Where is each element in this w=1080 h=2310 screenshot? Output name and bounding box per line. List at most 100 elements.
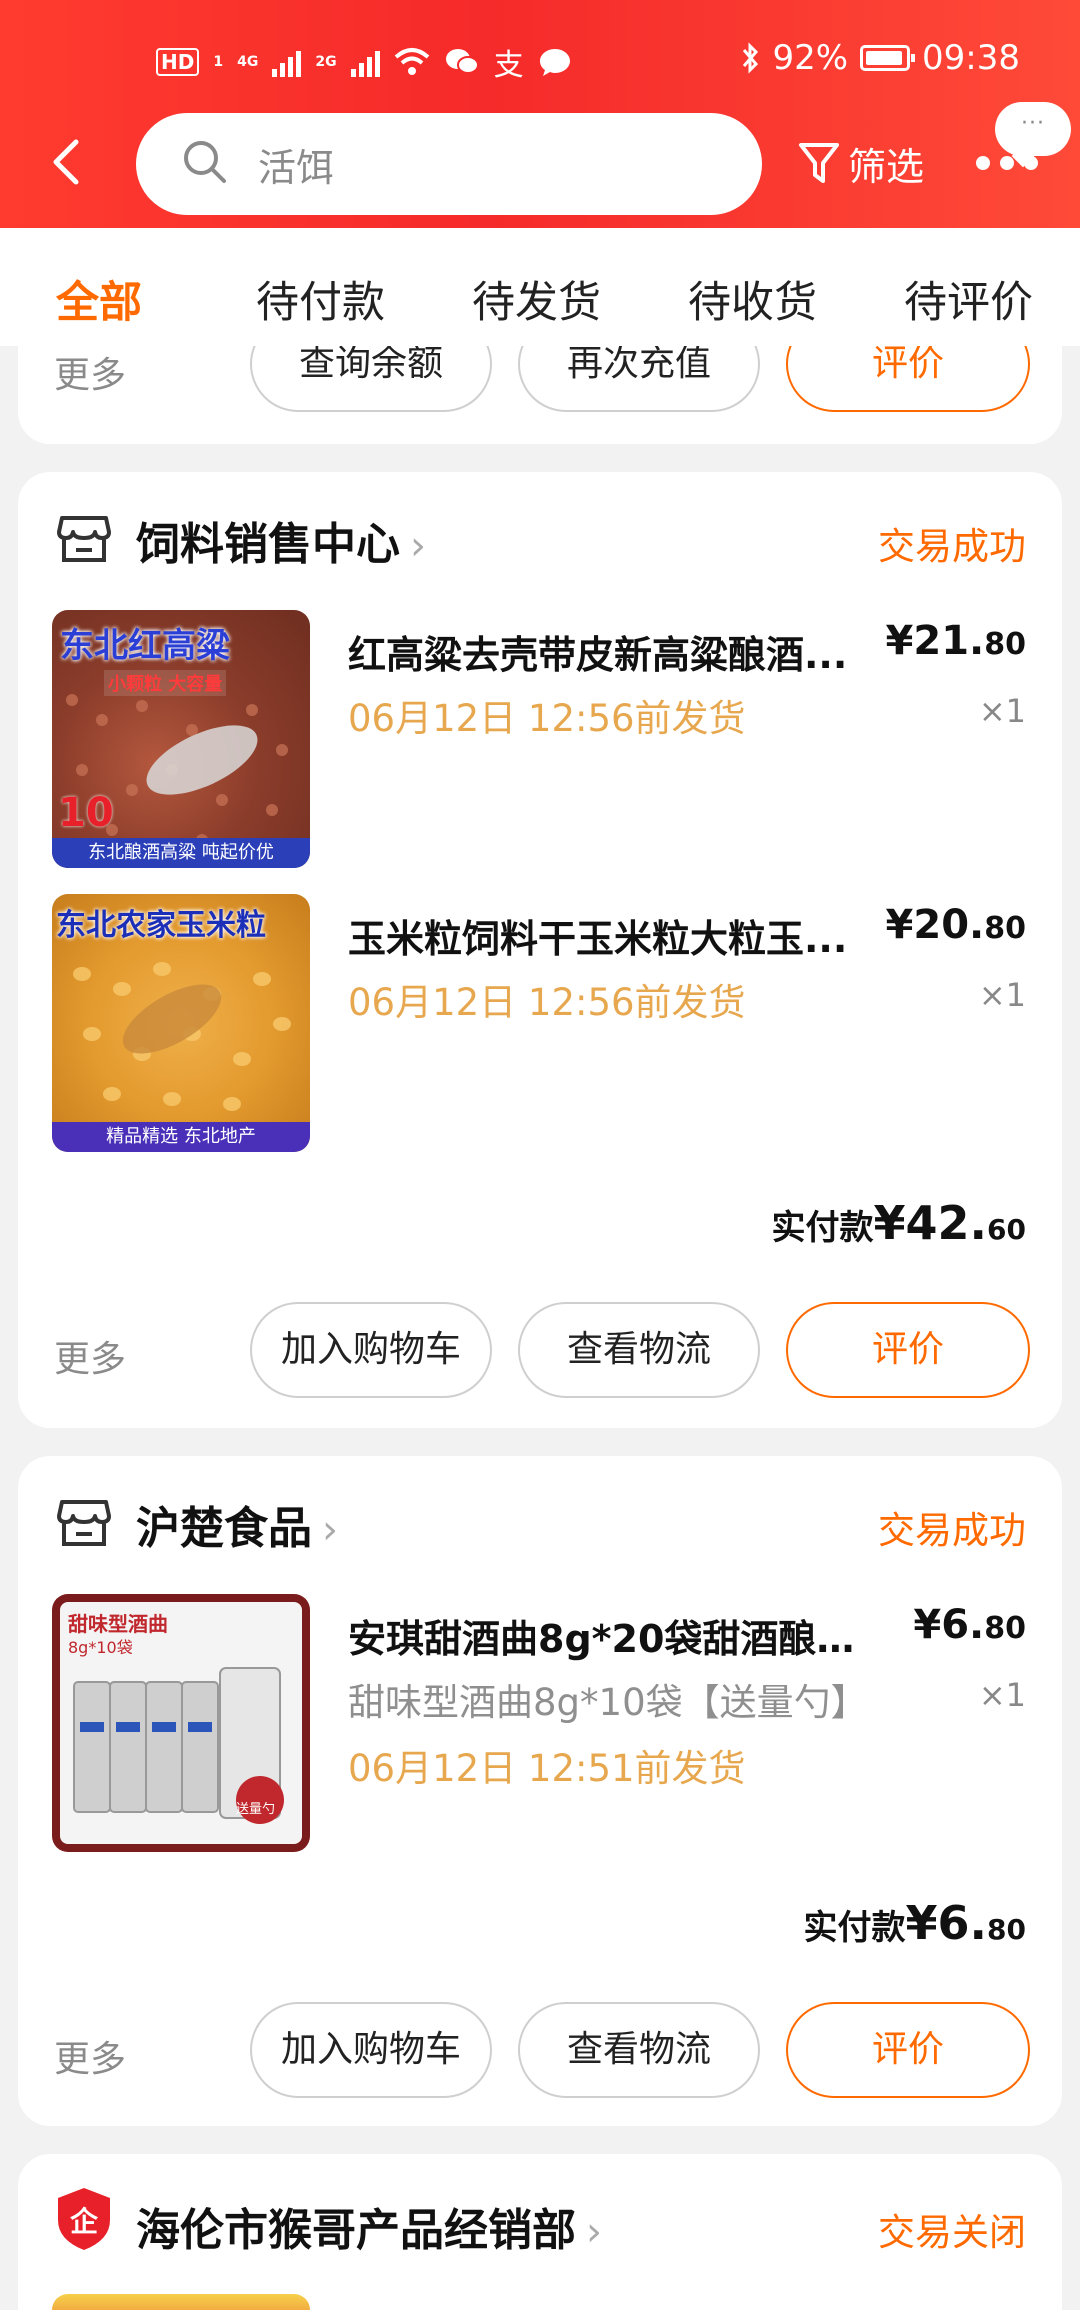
- order-status: 交易成功: [878, 525, 1026, 568]
- tab-pending-payment[interactable]: 待付款: [256, 268, 385, 330]
- wechat-icon: [445, 49, 479, 74]
- signal-bars-1-icon: [272, 47, 302, 77]
- order-card: 沪楚食品 › 交易成功 甜味型酒曲 8g*10袋 送量勺 安琪甜酒曲8g*20袋甜…: [18, 1456, 1062, 2126]
- store-icon: [57, 1500, 111, 1546]
- clock: 09:38: [922, 38, 1020, 78]
- bluetooth-icon: [743, 42, 759, 74]
- price-yuan: ¥6.: [913, 1602, 985, 1648]
- more-link[interactable]: 更多: [54, 346, 126, 398]
- product-quantity: ×1: [978, 1676, 1026, 1714]
- filter-label: 筛选: [848, 145, 925, 189]
- back-button[interactable]: [50, 138, 90, 188]
- alipay-icon: 支: [493, 48, 524, 83]
- order-total: 实付款¥42.60: [772, 1196, 1026, 1250]
- chevron-right-icon: ›: [410, 523, 426, 569]
- image-caption: 东北红高粱: [60, 626, 230, 666]
- review-button[interactable]: 评价: [786, 1302, 1030, 1398]
- signal-bars-2-icon: [350, 47, 380, 77]
- order-status: 交易关闭: [878, 2211, 1026, 2254]
- product-sku: 甜味型酒曲8g*10袋【送量勺】: [348, 1681, 868, 1724]
- total-label: 实付款: [771, 1208, 874, 1248]
- tab-pending-receipt[interactable]: 待收货: [688, 268, 817, 330]
- hd-indicator: HD: [156, 48, 200, 76]
- order-card: 企 海伦市猴哥产品经销部 › 交易关闭: [18, 2154, 1062, 2310]
- store-icon: [57, 516, 111, 562]
- image-subcaption: 小颗粒 大容量: [104, 670, 227, 696]
- product-price: ¥20.80: [886, 902, 1026, 948]
- product-image[interactable]: 东北红高粱 小颗粒 大容量 10 东北酿酒高粱 吨起价优: [52, 610, 310, 868]
- tab-pending-review[interactable]: 待评价: [904, 268, 1033, 330]
- order-tabs: 全部 待付款 待发货 待收货 待评价: [0, 228, 1080, 346]
- image-caption: 甜味型酒曲: [68, 1612, 168, 1636]
- product-image[interactable]: 甜味型酒曲 8g*10袋 送量勺: [52, 1594, 310, 1852]
- shop-name-text: 饲料销售中心: [136, 519, 400, 570]
- search-icon: [184, 141, 226, 183]
- chevron-left-icon: [53, 139, 79, 185]
- more-link[interactable]: 更多: [54, 2030, 126, 2082]
- image-subcaption: 8g*10袋: [68, 1638, 133, 1657]
- shop-name[interactable]: 海伦市猴哥产品经销部 ›: [136, 2194, 602, 2258]
- battery-icon: [860, 45, 916, 71]
- product-image[interactable]: [52, 2294, 310, 2310]
- image-badge: 送量勺: [236, 1802, 276, 1817]
- recharge-again-button[interactable]: 再次充值: [518, 346, 760, 412]
- funnel-icon: [799, 142, 839, 183]
- shipping-deadline: 06月12日 12:56前发货: [348, 981, 746, 1024]
- order-card: 饲料销售中心 › 交易成功 东北红高粱 小颗粒 大容量 10 东北酿酒高粱 吨起价…: [18, 472, 1062, 1428]
- review-button[interactable]: 评价: [786, 346, 1030, 412]
- tab-pending-shipment[interactable]: 待发货: [472, 268, 601, 330]
- shipping-deadline: 06月12日 12:56前发货: [348, 697, 746, 740]
- image-caption: 东北农家玉米粒: [56, 908, 266, 943]
- total-cents: 60: [987, 1213, 1026, 1246]
- enterprise-badge-text: 企: [69, 2205, 98, 2238]
- message-bubble-icon[interactable]: ···: [995, 102, 1071, 156]
- view-logistics-button[interactable]: 查看物流: [518, 1302, 760, 1398]
- shop-name[interactable]: 沪楚食品 ›: [136, 1492, 338, 1556]
- shop-name-text: 海伦市猴哥产品经销部: [136, 2205, 576, 2256]
- network-type-2: 2G: [315, 54, 337, 70]
- battery-percent: 92%: [772, 38, 849, 78]
- product-title[interactable]: 安琪甜酒曲8g*20袋甜酒酿家...: [348, 1608, 878, 1663]
- product-title[interactable]: 玉米粒饲料干玉米粒大粒玉...: [348, 908, 878, 963]
- total-cents: 80: [987, 1913, 1026, 1946]
- status-bar: HD 1 4G 2G 支 92% 09:38: [0, 30, 1080, 94]
- shop-name[interactable]: 饲料销售中心 ›: [136, 508, 426, 572]
- image-badge: 10: [58, 790, 114, 836]
- product-title[interactable]: 红高粱去壳带皮新高粱酿酒...: [348, 624, 878, 679]
- order-card-partial: 更多 查询余额 再次充值 评价: [18, 346, 1062, 444]
- network-type-1: 4G: [237, 54, 259, 70]
- product-price: ¥6.80: [913, 1602, 1026, 1648]
- status-bar-left: HD 1 4G 2G 支: [156, 40, 572, 84]
- package-panel: 甜味型酒曲 8g*10袋 送量勺: [60, 1602, 302, 1844]
- order-total: 实付款¥6.80: [804, 1896, 1026, 1950]
- check-balance-button[interactable]: 查询余额: [250, 346, 492, 412]
- total-yuan: ¥6.: [905, 1896, 988, 1950]
- add-to-cart-button[interactable]: 加入购物车: [250, 2002, 492, 2098]
- price-cents: 80: [984, 1611, 1026, 1646]
- search-input[interactable]: 活饵: [136, 113, 762, 215]
- product-quantity: ×1: [978, 692, 1026, 730]
- price-cents: 80: [984, 911, 1026, 946]
- price-yuan: ¥21.: [885, 618, 985, 664]
- shipping-deadline: 06月12日 12:51前发货: [348, 1747, 746, 1790]
- filter-button[interactable]: 筛选: [798, 136, 924, 191]
- chevron-right-icon: ›: [586, 2209, 602, 2255]
- sim-indicator: 1: [213, 54, 224, 70]
- status-bar-right: 92% 09:38: [740, 38, 1020, 78]
- add-to-cart-button[interactable]: 加入购物车: [250, 1302, 492, 1398]
- search-query: 活饵: [258, 146, 335, 190]
- view-logistics-button[interactable]: 查看物流: [518, 2002, 760, 2098]
- image-footer: 东北酿酒高粱 吨起价优: [52, 838, 310, 868]
- product-image[interactable]: 东北农家玉米粒 精品精选 东北地产: [52, 894, 310, 1152]
- tab-all[interactable]: 全部: [56, 268, 142, 330]
- enterprise-shield-icon: 企: [54, 2186, 114, 2252]
- price-yuan: ¥20.: [885, 902, 985, 948]
- review-button[interactable]: 评价: [786, 2002, 1030, 2098]
- chevron-right-icon: ›: [322, 1507, 338, 1553]
- image-footer: 精品精选 东北地产: [52, 1122, 310, 1152]
- dot-icon: [976, 156, 990, 170]
- app-header: HD 1 4G 2G 支 92% 09:38 活饵 筛选 ···: [0, 0, 1080, 228]
- more-link[interactable]: 更多: [54, 1330, 126, 1382]
- total-yuan: ¥42.: [873, 1196, 988, 1250]
- shop-name-text: 沪楚食品: [136, 1503, 312, 1554]
